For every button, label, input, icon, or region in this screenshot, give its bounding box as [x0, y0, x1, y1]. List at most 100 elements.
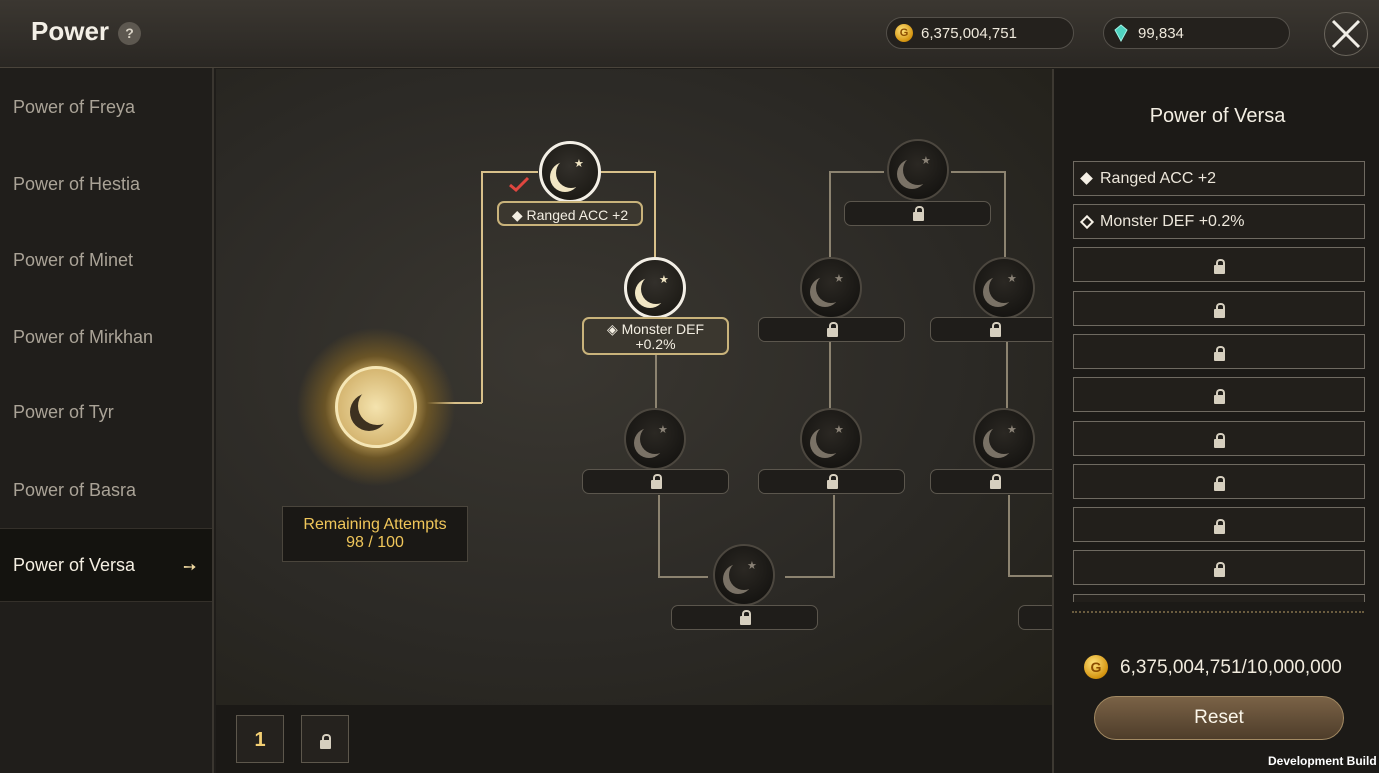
connector: [654, 171, 656, 259]
sidebar-item-freya[interactable]: Power of Freya: [0, 71, 212, 145]
node-tag-locked: [758, 317, 905, 342]
lock-icon: [320, 734, 331, 749]
sidebar-item-label: Power of Tyr: [13, 402, 114, 422]
node-locked[interactable]: ★: [800, 257, 862, 319]
page-locked-button[interactable]: [301, 715, 349, 763]
close-button[interactable]: [1324, 12, 1368, 56]
stat-slot-locked: [1073, 421, 1365, 456]
top-bar: Power ? G 6,375,004,751 99,834: [0, 0, 1379, 68]
crescent-star-emblem-icon: [335, 366, 417, 448]
connector: [601, 171, 656, 173]
lock-icon: [912, 206, 924, 221]
connector: [658, 576, 708, 578]
connector: [1004, 171, 1006, 257]
connector: [658, 495, 660, 577]
lock-icon: [990, 474, 1001, 489]
stat-slot-locked: [1073, 291, 1365, 326]
page-1-button[interactable]: 1: [236, 715, 284, 763]
star-icon: ★: [834, 424, 844, 436]
stat-slot-locked: [1073, 377, 1365, 412]
node-locked[interactable]: ★: [713, 544, 775, 606]
development-build-label: Development Build: [1268, 754, 1377, 768]
node-monster-def[interactable]: ★: [624, 257, 686, 319]
sidebar-item-hestia[interactable]: Power of Hestia: [0, 148, 212, 222]
lock-icon: [1214, 346, 1225, 361]
page-title: Power: [31, 16, 110, 46]
diamond-hollow-icon: [1079, 214, 1095, 230]
connector: [785, 576, 835, 578]
stat-slot-locked: [1073, 507, 1365, 542]
stats-panel: Power of Versa Ranged ACC +2 Monster DEF…: [1052, 69, 1379, 773]
node-tag-locked: [930, 317, 1052, 342]
lock-icon: [1214, 476, 1225, 491]
divider: [1072, 611, 1364, 613]
lock-icon: [739, 610, 751, 625]
lock-icon: [650, 474, 662, 489]
node-tag-label: Ranged ACC +2: [526, 207, 629, 223]
sidebar-item-label: Power of Mirkhan: [13, 327, 154, 347]
connector: [655, 354, 657, 408]
node-locked[interactable]: ★: [624, 408, 686, 470]
reset-button[interactable]: Reset: [1094, 696, 1344, 740]
star-icon: ★: [1007, 273, 1017, 285]
sidebar-item-versa[interactable]: Power of Versa ➙: [0, 528, 212, 602]
stat-slot-text: Monster DEF +0.2%: [1100, 213, 1245, 230]
help-button[interactable]: ?: [118, 22, 141, 45]
star-icon: ★: [658, 424, 668, 436]
star-icon: ★: [834, 273, 844, 285]
power-sidebar: Power of Freya Power of Hestia Power of …: [0, 68, 214, 773]
node-tag-locked: [582, 469, 729, 494]
gold-currency: G 6,375,004,751: [886, 17, 1074, 49]
connector: [829, 171, 884, 173]
sidebar-item-label: Power of Hestia: [13, 174, 141, 194]
lock-icon: [1214, 303, 1225, 318]
gem-currency: 99,834: [1103, 17, 1290, 49]
lock-icon: [826, 474, 838, 489]
connector: [1006, 342, 1008, 408]
star-icon: ★: [659, 274, 669, 286]
connector: [1008, 575, 1052, 577]
node-ranged-acc[interactable]: ★: [539, 141, 601, 203]
remaining-attempts-box: Remaining Attempts 98 / 100: [282, 506, 468, 562]
lock-icon: [1214, 562, 1225, 577]
versa-core-emblem[interactable]: [296, 327, 456, 487]
node-locked[interactable]: ★: [800, 408, 862, 470]
stat-slot-locked: [1073, 550, 1365, 585]
node-locked[interactable]: ★: [973, 408, 1035, 470]
connector: [481, 171, 538, 173]
sidebar-item-tyr[interactable]: Power of Tyr: [0, 376, 212, 450]
sidebar-item-mirkhan[interactable]: Power of Mirkhan: [0, 301, 212, 375]
connector: [1008, 495, 1010, 577]
node-tag-locked: [758, 469, 905, 494]
lock-icon: [1214, 519, 1225, 534]
node-tag-locked: [930, 469, 1052, 494]
star-icon: ★: [574, 158, 584, 170]
node-locked[interactable]: ★: [973, 257, 1035, 319]
node-locked[interactable]: ★: [887, 139, 949, 201]
stat-slot-text: Ranged ACC +2: [1100, 170, 1217, 187]
lock-icon: [1214, 259, 1225, 274]
stat-slot-locked: [1073, 464, 1365, 499]
gold-coin-icon: G: [1084, 655, 1108, 679]
lock-icon: [990, 322, 1001, 337]
node-tag-monster-def: ◈ Monster DEF +0.2%: [582, 317, 729, 355]
diamond-icon: ◆: [511, 207, 527, 223]
sidebar-item-minet[interactable]: Power of Minet: [0, 224, 212, 298]
connector: [829, 342, 831, 408]
lock-icon: [826, 322, 838, 337]
sidebar-item-label: Power of Versa: [13, 555, 136, 575]
power-tree-board: Remaining Attempts 98 / 100 ★ ◆ Ranged A…: [216, 69, 1052, 705]
star-icon: ★: [747, 560, 757, 572]
gold-amount: 6,375,004,751: [921, 25, 1017, 42]
connector: [833, 495, 835, 578]
close-x-icon: [1331, 19, 1361, 49]
check-icon: [509, 176, 530, 193]
sidebar-item-label: Power of Basra: [13, 480, 137, 500]
lock-icon: [1214, 389, 1225, 404]
diamond-icon: [1080, 172, 1093, 185]
node-tag-locked-partial: [1018, 605, 1052, 630]
stat-slot-locked: [1073, 247, 1365, 282]
sidebar-item-basra[interactable]: Power of Basra: [0, 454, 212, 528]
node-tag-locked: [844, 201, 991, 226]
stat-slot-locked: [1073, 334, 1365, 369]
